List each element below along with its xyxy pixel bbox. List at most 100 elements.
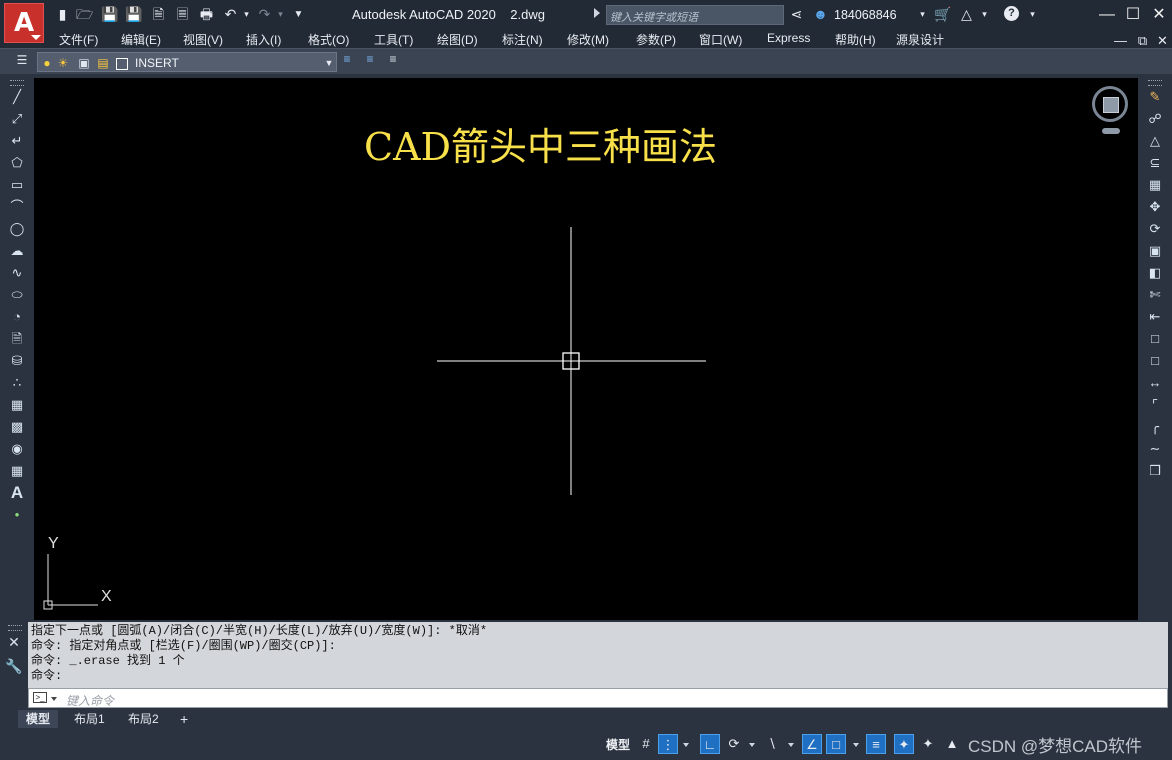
save-icon[interactable]: 💾: [101, 6, 118, 23]
erase-icon[interactable]: ✎: [1145, 87, 1165, 107]
polygon-icon[interactable]: ⬠: [7, 153, 27, 173]
make-block-icon[interactable]: ⛁: [7, 351, 27, 371]
doc-minimize-icon[interactable]: —: [1112, 32, 1129, 49]
open-from-web-icon[interactable]: 🗎: [150, 6, 167, 23]
arc-icon[interactable]: ⌒: [7, 197, 27, 217]
customize-command-icon[interactable]: 🔧: [4, 656, 24, 676]
command-grip[interactable]: [8, 625, 22, 631]
copy-icon[interactable]: ☍: [1145, 109, 1165, 129]
save-to-web-icon[interactable]: 🗏: [174, 6, 191, 23]
trim-icon[interactable]: ✄: [1145, 285, 1165, 305]
snap-dropdown-icon[interactable]: [683, 743, 689, 747]
tab-layout2[interactable]: 布局2: [120, 710, 167, 728]
search-expand-icon[interactable]: [594, 8, 600, 18]
break-at-point-icon[interactable]: □: [1145, 329, 1165, 349]
menu-file[interactable]: 文件(F): [59, 31, 98, 48]
osnap-dropdown-icon[interactable]: [853, 743, 859, 747]
toolbar-grip[interactable]: [10, 80, 24, 86]
make-object-layer-current-icon[interactable]: ≡: [340, 52, 354, 66]
menu-insert[interactable]: 插入(I): [246, 31, 281, 48]
model-space-button[interactable]: 模型: [606, 736, 630, 753]
redo-icon[interactable]: ↷: [256, 6, 273, 23]
ortho-icon[interactable]: ∟: [700, 734, 720, 754]
mirror-icon[interactable]: △: [1145, 131, 1165, 151]
command-input[interactable]: >_ 键入命令: [28, 688, 1168, 708]
add-layout-button[interactable]: +: [172, 710, 196, 728]
join-icon[interactable]: ↔: [1145, 373, 1165, 393]
chamfer-icon[interactable]: ⌜: [1145, 395, 1165, 415]
layer-previous-icon[interactable]: ≡: [363, 52, 377, 66]
doc-restore-icon[interactable]: ⧉: [1134, 32, 1151, 49]
ellipse-arc-icon[interactable]: ◔: [7, 307, 27, 327]
rotate-icon[interactable]: ⟳: [1145, 219, 1165, 239]
drawing-canvas[interactable]: CAD箭头中三种画法 Y X: [34, 78, 1138, 620]
close-window-icon[interactable]: ✕: [1148, 4, 1170, 26]
undo-icon[interactable]: ↶: [222, 6, 239, 23]
blend-icon[interactable]: ∼: [1145, 439, 1165, 459]
explode-icon[interactable]: ❒: [1145, 461, 1165, 481]
maximize-window-icon[interactable]: ☐: [1122, 4, 1144, 26]
tab-model[interactable]: 模型: [18, 710, 59, 728]
lineweight-icon[interactable]: ≡: [866, 734, 886, 754]
layer-viewport-freeze-icon[interactable]: ▣: [77, 56, 91, 70]
layer-dropdown[interactable]: ● ☀ ▣ ▤ INSERT ▼: [37, 52, 337, 72]
menu-help[interactable]: 帮助(H): [835, 31, 876, 48]
isodraft-dropdown-icon[interactable]: [788, 743, 794, 747]
circle-icon[interactable]: ◯: [7, 219, 27, 239]
command-recent-dropdown-icon[interactable]: [51, 697, 57, 701]
table-icon[interactable]: ▦: [7, 461, 27, 481]
customize-qat-icon[interactable]: ▼: [290, 6, 307, 23]
xline-icon[interactable]: ⤢: [7, 109, 27, 129]
layer-dropdown-arrow-icon[interactable]: ▼: [322, 56, 336, 70]
menu-express[interactable]: Express: [767, 31, 810, 45]
polar-tracking-icon[interactable]: ⟳: [724, 734, 744, 754]
line-icon[interactable]: ╱: [7, 87, 27, 107]
array-icon[interactable]: ▦: [1145, 175, 1165, 195]
polar-dropdown-icon[interactable]: [749, 743, 755, 747]
mtext-icon[interactable]: A: [7, 483, 27, 503]
region-icon[interactable]: ◉: [7, 439, 27, 459]
menu-draw[interactable]: 绘图(D): [437, 31, 478, 48]
autodesk-a360-icon[interactable]: △: [958, 6, 975, 23]
menu-window[interactable]: 窗口(W): [699, 31, 742, 48]
annotation-scale-icon[interactable]: ▲: [942, 734, 962, 754]
layer-on-icon[interactable]: ●: [40, 56, 54, 70]
menu-dimension[interactable]: 标注(N): [502, 31, 543, 48]
hatch-icon[interactable]: ▦: [7, 395, 27, 415]
snap-mode-icon[interactable]: ⋮: [658, 734, 678, 754]
object-snap-icon[interactable]: □: [826, 734, 846, 754]
close-command-line-icon[interactable]: ✕: [4, 632, 24, 652]
add-selected-icon[interactable]: •: [7, 505, 27, 525]
layer-properties-icon[interactable]: ☰: [15, 53, 29, 67]
fillet-icon[interactable]: ╭: [1145, 417, 1165, 437]
scale-icon[interactable]: ▣: [1145, 241, 1165, 261]
command-prompt-icon[interactable]: >_: [33, 692, 47, 703]
help-dropdown-icon[interactable]: ▾: [1024, 6, 1041, 23]
menu-parametric[interactable]: 参数(P): [636, 31, 676, 48]
undo-dropdown-icon[interactable]: ▾: [238, 6, 255, 23]
spline-icon[interactable]: ∿: [7, 263, 27, 283]
auto-scale-icon[interactable]: ✦: [918, 734, 938, 754]
layer-thaw-icon[interactable]: ☀: [56, 56, 70, 70]
gradient-icon[interactable]: ▩: [7, 417, 27, 437]
break-icon[interactable]: □: [1145, 351, 1165, 371]
extend-icon[interactable]: ⇤: [1145, 307, 1165, 327]
user-icon[interactable]: ☻: [812, 6, 829, 23]
stretch-icon[interactable]: ◧: [1145, 263, 1165, 283]
object-snap-tracking-icon[interactable]: ∠: [802, 734, 822, 754]
point-icon[interactable]: ∴: [7, 373, 27, 393]
layer-unlock-icon[interactable]: ▤: [96, 56, 110, 70]
minimize-window-icon[interactable]: —: [1096, 4, 1118, 26]
user-account-label[interactable]: 184068846: [834, 8, 897, 22]
revcloud-icon[interactable]: ☁: [7, 241, 27, 261]
store-cart-icon[interactable]: 🛒: [934, 6, 951, 23]
tab-layout1[interactable]: 布局1: [66, 710, 113, 728]
offset-icon[interactable]: ⊆: [1145, 153, 1165, 173]
new-file-icon[interactable]: ▮: [54, 6, 71, 23]
help-icon[interactable]: ?: [1004, 6, 1019, 21]
menu-tools[interactable]: 工具(T): [374, 31, 413, 48]
plot-icon[interactable]: 🖶: [198, 6, 215, 23]
account-dropdown-icon[interactable]: ▾: [914, 6, 931, 23]
search-input[interactable]: 键入关键字或短语: [606, 5, 784, 25]
layer-state-icon[interactable]: ≡: [386, 52, 400, 66]
